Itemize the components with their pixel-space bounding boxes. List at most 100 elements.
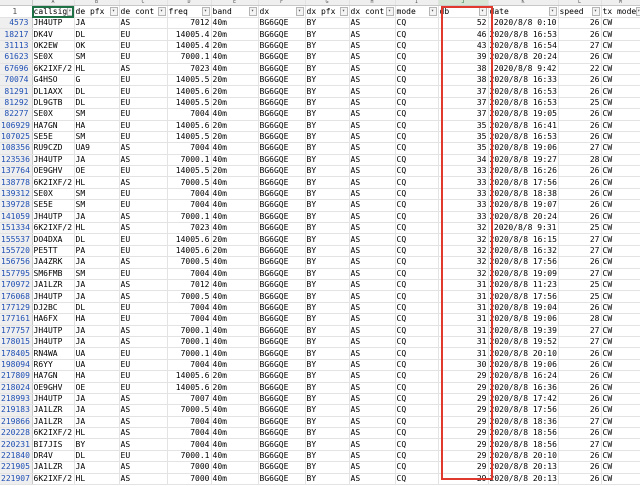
cell[interactable]: DL9GTB xyxy=(32,97,75,110)
cell[interactable]: 29 xyxy=(438,438,489,451)
cell[interactable]: 7000 xyxy=(167,461,212,474)
cell[interactable]: AS xyxy=(119,17,168,30)
cell[interactable]: 40m xyxy=(211,63,259,75)
cell[interactable]: HA xyxy=(74,370,120,383)
cell[interactable]: 6K2IXF/2 xyxy=(32,222,75,235)
cell[interactable]: RU9CZD xyxy=(32,142,75,155)
cell[interactable]: EU xyxy=(119,370,168,383)
cell[interactable]: 29 xyxy=(438,450,489,463)
header-cell[interactable]: freq ▾ xyxy=(167,5,212,18)
cell[interactable]: AS xyxy=(119,279,168,292)
cell[interactable]: 25 xyxy=(558,222,602,235)
cell[interactable]: 26 xyxy=(558,120,602,132)
cell[interactable]: 35 xyxy=(438,142,489,155)
cell[interactable]: 40m xyxy=(211,461,259,474)
cell[interactable]: OE xyxy=(74,165,120,178)
cell[interactable]: EU xyxy=(119,233,168,246)
cell[interactable]: CW xyxy=(601,359,640,372)
cell[interactable]: SE5E xyxy=(32,199,75,212)
cell[interactable]: 32 xyxy=(438,233,489,246)
cell[interactable]: JA xyxy=(74,325,120,337)
cell[interactable]: 26 xyxy=(558,347,602,360)
row-number[interactable]: 156756 xyxy=(0,256,33,269)
cell[interactable]: BY xyxy=(305,473,350,486)
cell[interactable]: EU xyxy=(119,131,168,144)
header-cell[interactable]: speed ▾ xyxy=(558,5,602,18)
cell[interactable]: AS xyxy=(349,313,396,326)
cell[interactable]: 2020/8/8 18:36 xyxy=(488,416,559,429)
cell[interactable]: CQ xyxy=(395,461,439,474)
cell[interactable]: 2020/8/8 20:13 xyxy=(488,461,559,474)
cell[interactable]: 40m xyxy=(211,473,259,486)
row-number[interactable]: 177129 xyxy=(0,302,33,315)
cell[interactable]: 14005.6 xyxy=(167,370,212,383)
cell[interactable]: 2020/8/8 19:04 xyxy=(488,302,559,315)
cell[interactable]: EU xyxy=(119,74,168,87)
cell[interactable]: BY xyxy=(305,17,350,30)
cell[interactable]: 2020/8/8 0:10 xyxy=(488,17,559,30)
cell[interactable]: CQ xyxy=(395,85,439,98)
cell[interactable]: AS xyxy=(349,154,396,167)
cell[interactable]: BG6GQE xyxy=(258,165,306,178)
cell[interactable]: CQ xyxy=(395,28,439,41)
row-number[interactable]: 219183 xyxy=(0,404,33,417)
row-number[interactable]: 67696 xyxy=(0,63,33,75)
cell[interactable]: DJ2BC xyxy=(32,302,75,315)
cell[interactable]: SM xyxy=(74,51,120,64)
cell[interactable]: JA xyxy=(74,290,120,303)
cell[interactable]: 14005.6 xyxy=(167,382,212,394)
cell[interactable]: 22 xyxy=(558,63,602,75)
cell[interactable]: DL xyxy=(74,28,120,41)
cell[interactable]: 40m xyxy=(211,108,259,121)
cell[interactable]: BG6GQE xyxy=(258,416,306,429)
cell[interactable]: AS xyxy=(349,461,396,474)
cell[interactable]: 35 xyxy=(438,131,489,144)
cell[interactable]: 46 xyxy=(438,28,489,41)
cell[interactable]: AS xyxy=(349,176,396,189)
cell[interactable]: JH4UTP xyxy=(32,290,75,303)
row-number[interactable]: 221905 xyxy=(0,461,33,474)
cell[interactable]: 40m xyxy=(211,51,259,64)
cell[interactable]: 14005.6 xyxy=(167,245,212,258)
cell[interactable]: CW xyxy=(601,416,640,429)
cell[interactable]: 2020/8/8 16:15 xyxy=(488,233,559,246)
cell[interactable]: 40m xyxy=(211,325,259,337)
cell[interactable]: CQ xyxy=(395,233,439,246)
cell[interactable]: 38 xyxy=(438,63,489,75)
cell[interactable]: 2020/8/8 20:10 xyxy=(488,347,559,360)
cell[interactable]: HL xyxy=(74,473,120,486)
cell[interactable]: 29 xyxy=(438,393,489,406)
cell[interactable]: 29 xyxy=(438,473,489,486)
cell[interactable]: 40m xyxy=(211,438,259,451)
cell[interactable]: 32 xyxy=(438,268,489,281)
cell[interactable]: CQ xyxy=(395,74,439,87)
header-cell[interactable]: dx pfx ▾ xyxy=(305,5,350,18)
cell[interactable]: CQ xyxy=(395,404,439,417)
cell[interactable]: CQ xyxy=(395,325,439,337)
cell[interactable]: AS xyxy=(349,85,396,98)
cell[interactable]: AS xyxy=(119,404,168,417)
cell[interactable]: 14005.6 xyxy=(167,120,212,132)
cell[interactable]: BG6GQE xyxy=(258,473,306,486)
cell[interactable]: AS xyxy=(349,473,396,486)
cell[interactable]: 40m xyxy=(211,256,259,269)
cell[interactable]: CW xyxy=(601,188,640,201)
cell[interactable]: 2020/8/8 16:53 xyxy=(488,131,559,144)
cell[interactable]: BY xyxy=(305,222,350,235)
cell[interactable]: CW xyxy=(601,74,640,87)
cell[interactable]: 2020/8/8 19:06 xyxy=(488,142,559,155)
row-number[interactable]: 221907 xyxy=(0,473,33,486)
row-number[interactable]: 70074 xyxy=(0,74,33,87)
cell[interactable]: BG6GQE xyxy=(258,427,306,440)
cell[interactable]: 25 xyxy=(558,97,602,110)
cell[interactable]: 2020/8/8 17:42 xyxy=(488,393,559,406)
cell[interactable]: 26 xyxy=(558,17,602,30)
cell[interactable]: BY xyxy=(305,74,350,87)
cell[interactable]: 26 xyxy=(558,74,602,87)
cell[interactable]: CQ xyxy=(395,108,439,121)
cell[interactable]: DL xyxy=(74,302,120,315)
cell[interactable]: EU xyxy=(119,359,168,372)
cell[interactable]: 7000.1 xyxy=(167,154,212,167)
cell[interactable]: CQ xyxy=(395,188,439,201)
cell[interactable]: BY xyxy=(305,120,350,132)
